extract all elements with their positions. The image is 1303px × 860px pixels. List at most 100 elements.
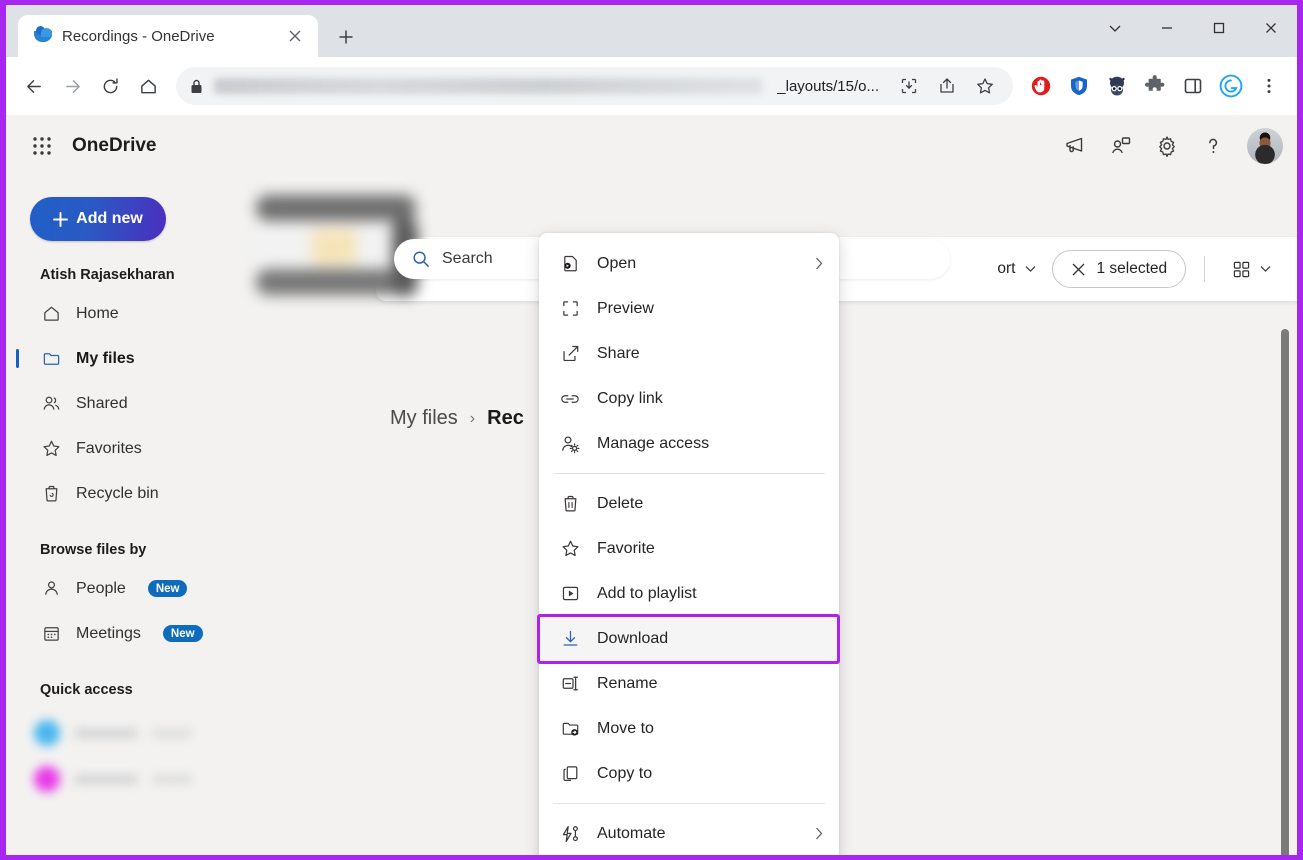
menu-item-label: Delete (597, 495, 823, 513)
back-button-icon[interactable] (16, 68, 52, 104)
trash-icon (559, 494, 581, 513)
menu-item-delete[interactable]: Delete (539, 481, 839, 526)
bookmark-star-icon[interactable] (971, 77, 999, 95)
menu-item-copy-link[interactable]: Copy link (539, 376, 839, 421)
share-page-icon[interactable] (933, 77, 961, 95)
manage-access-icon (559, 434, 581, 454)
menu-item-download[interactable]: Download (539, 616, 839, 661)
url-text-blurred (214, 78, 763, 94)
search-placeholder: Search (442, 250, 493, 268)
browser-toolbar: _layouts/15/o... (6, 57, 1297, 115)
menu-item-automate[interactable]: Automate (539, 811, 839, 855)
menu-item-label: Move to (597, 720, 823, 738)
browser-sidebar-icon[interactable] (1177, 70, 1209, 102)
menu-item-label: Share (597, 345, 823, 363)
menu-separator (553, 473, 825, 474)
onedrive-app: OneDrive Search (6, 115, 1297, 855)
sidebar-item-label: People (76, 580, 126, 598)
shield-extension-icon[interactable] (1063, 70, 1095, 102)
privacy-badger-extension-icon[interactable] (1101, 70, 1133, 102)
sidebar-item-shared[interactable]: Shared (6, 381, 242, 426)
quick-access-title: Quick access (40, 682, 242, 698)
menu-item-manage-access[interactable]: Manage access (539, 421, 839, 466)
sidebar-item-label: Home (76, 305, 119, 323)
menu-item-rename[interactable]: Rename (539, 661, 839, 706)
window-collapse-button[interactable] (1089, 5, 1141, 51)
megaphone-icon[interactable] (1055, 126, 1095, 166)
app-launcher-icon[interactable] (20, 124, 64, 168)
sidebar-item-label: Recycle bin (76, 485, 159, 503)
quick-access-blurred-list[interactable] (26, 710, 226, 810)
sidebar-item-meetings[interactable]: Meetings New (6, 611, 242, 656)
sidebar-item-recycle-bin[interactable]: Recycle bin (6, 471, 242, 516)
menu-item-label: Download (597, 630, 823, 648)
menu-item-preview[interactable]: Preview (539, 286, 839, 331)
home-button-icon[interactable] (130, 68, 166, 104)
menu-item-share[interactable]: Share (539, 331, 839, 376)
settings-gear-icon[interactable] (1147, 126, 1187, 166)
menu-item-copy-to[interactable]: Copy to (539, 751, 839, 796)
puzzle-extensions-icon[interactable] (1139, 70, 1171, 102)
tab-title: Recordings - OneDrive (62, 28, 272, 45)
menu-item-open[interactable]: Open (539, 241, 839, 286)
sidebar-item-my-files[interactable]: My files (6, 336, 242, 381)
install-app-icon[interactable] (895, 77, 923, 95)
menu-item-label: Favorite (597, 540, 823, 558)
browser-window: Recordings - OneDrive (6, 5, 1297, 855)
sidebar: Add new Atish Rajasekharan Home My files (6, 177, 242, 855)
menu-item-favorite[interactable]: Favorite (539, 526, 839, 571)
star-icon (559, 539, 581, 558)
browser-more-menu-icon[interactable] (1253, 70, 1285, 102)
menu-item-label: Rename (597, 675, 823, 693)
sidebar-item-people[interactable]: People New (6, 566, 242, 611)
sidebar-item-favorites[interactable]: Favorites (6, 426, 242, 471)
calendar-icon (40, 624, 62, 643)
browse-files-by-title: Browse files by (40, 542, 242, 558)
menu-item-label: Copy link (597, 390, 823, 408)
list-item[interactable] (26, 710, 226, 756)
address-bar[interactable]: _layouts/15/o... (176, 67, 1013, 105)
tab-close-icon[interactable] (282, 23, 308, 49)
site-avatar (34, 720, 60, 746)
home-icon (40, 304, 62, 323)
sidebar-item-home[interactable]: Home (6, 291, 242, 336)
menu-item-label: Automate (597, 825, 799, 843)
new-badge: New (148, 580, 188, 597)
add-new-button[interactable]: Add new (30, 197, 166, 241)
forward-button-icon[interactable] (54, 68, 90, 104)
search-icon (412, 250, 430, 268)
new-tab-button[interactable] (331, 22, 361, 52)
blurred-label (152, 729, 192, 738)
grammarly-extension-icon[interactable] (1215, 70, 1247, 102)
new-badge: New (163, 625, 203, 642)
sidebar-item-label: My files (76, 350, 135, 368)
add-new-label: Add new (76, 210, 143, 228)
feedback-icon[interactable] (1101, 126, 1141, 166)
sidebar-item-label: Shared (76, 395, 128, 413)
help-icon[interactable] (1193, 126, 1233, 166)
blurred-label (74, 729, 138, 738)
window-controls (1089, 5, 1297, 51)
link-icon (559, 389, 581, 409)
adblock-extension-icon[interactable] (1025, 70, 1057, 102)
window-minimize-button[interactable] (1141, 5, 1193, 51)
share-icon (559, 344, 581, 363)
playlist-icon (559, 584, 581, 603)
vertical-scrollbar[interactable] (1281, 329, 1289, 855)
menu-item-move-to[interactable]: Move to (539, 706, 839, 751)
header-action-icons (1055, 115, 1283, 177)
person-icon (40, 579, 62, 598)
star-icon (40, 439, 62, 458)
window-maximize-button[interactable] (1193, 5, 1245, 51)
user-avatar[interactable] (1247, 128, 1283, 164)
window-close-button[interactable] (1245, 5, 1297, 51)
submenu-chevron-icon (815, 827, 823, 840)
list-item[interactable] (26, 756, 226, 802)
context-menu: Open Preview Share (539, 233, 839, 855)
browser-tab[interactable]: Recordings - OneDrive (18, 15, 318, 57)
menu-item-add-to-playlist[interactable]: Add to playlist (539, 571, 839, 616)
menu-item-label: Preview (597, 300, 823, 318)
blurred-label (152, 775, 192, 784)
account-name: Atish Rajasekharan (40, 267, 242, 283)
reload-button-icon[interactable] (92, 68, 128, 104)
